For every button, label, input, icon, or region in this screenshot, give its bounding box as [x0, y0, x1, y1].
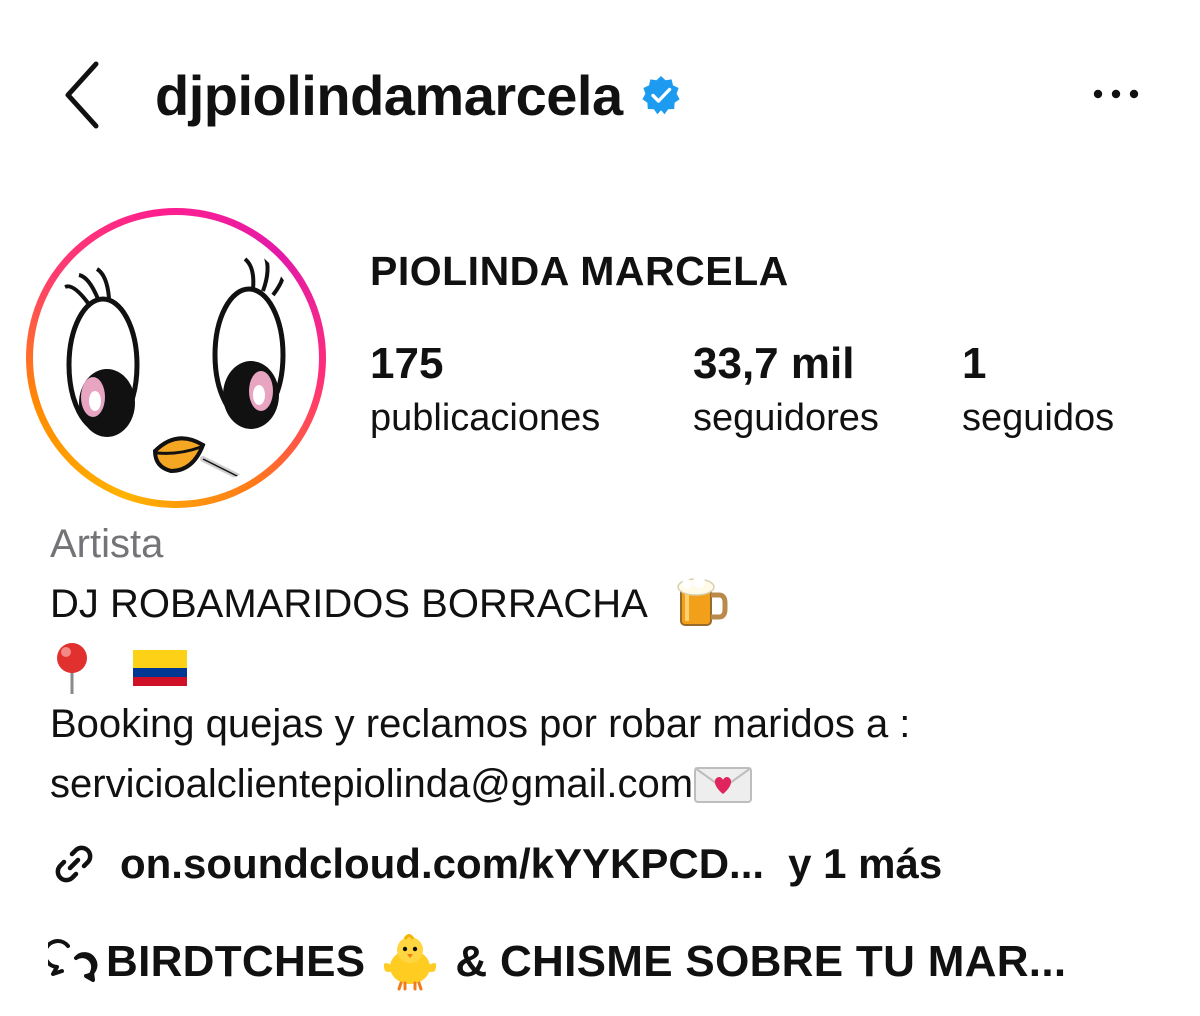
display-name: PIOLINDA MARCELA: [370, 248, 789, 294]
username-title: djpiolindamarcela: [155, 62, 681, 128]
threads-text-after: & CHISME SOBRE TU MAR...: [455, 937, 1067, 986]
bio-email[interactable]: servicioalclientepiolinda@gmail.com: [50, 762, 693, 806]
link-icon: [55, 845, 93, 883]
following-label: seguidos: [962, 397, 1115, 439]
followers-label: seguidores: [693, 397, 879, 439]
profile-category: Artista: [50, 522, 164, 566]
love-letter-emoji: [694, 767, 753, 804]
followers-stat[interactable]: 33,7 mil seguidores: [693, 338, 879, 446]
following-stat[interactable]: 1 seguidos: [962, 338, 1114, 446]
threads-badge-row[interactable]: BIRDTCHES & CHISME SOBRE TU MAR...: [48, 932, 1066, 992]
cartoon-bird-face-avatar: [43, 225, 309, 491]
back-button[interactable]: [52, 58, 122, 133]
link-more[interactable]: y 1 más: [788, 840, 942, 888]
avatar-border: [33, 215, 319, 501]
posts-count: 175: [370, 339, 444, 388]
top-navigation-bar: djpiolindamarcela: [0, 40, 1200, 150]
verified-badge-icon: [642, 76, 680, 115]
avatar: [43, 225, 309, 491]
following-count: 1: [962, 339, 987, 388]
chevron-left-icon: [65, 61, 99, 129]
followers-count: 33,7 mil: [693, 339, 855, 388]
threads-badge-icon: [48, 939, 98, 982]
baby-chick-emoji: [384, 934, 437, 991]
external-link-row[interactable]: on.soundcloud.com/kYYKPCD... y 1 más: [50, 836, 942, 892]
bio-line-4: servicioalclientepiolinda@gmail.com: [50, 762, 753, 807]
username-text: djpiolindamarcela: [155, 63, 623, 127]
instagram-profile-page: djpiolindamarcela PIOLINDA MARCELA 175 p…: [0, 0, 1200, 1016]
beer-mug-emoji: [677, 577, 728, 627]
bio-line-3: Booking quejas y reclamos por robar mari…: [50, 702, 911, 746]
link-url[interactable]: on.soundcloud.com/kYYKPCD...: [120, 840, 764, 888]
colombia-flag-emoji: [133, 650, 188, 686]
posts-label: publicaciones: [370, 397, 601, 439]
round-pushpin-emoji: [57, 643, 87, 694]
bio-line-2: [50, 640, 189, 696]
bio-line-1: DJ ROBAMARIDOS BORRACHA: [50, 577, 729, 629]
posts-stat: 175 publicaciones: [370, 338, 600, 446]
bio-line-1-text: DJ ROBAMARIDOS BORRACHA: [50, 582, 646, 626]
story-ring[interactable]: [26, 208, 326, 508]
more-options-button[interactable]: [1086, 74, 1146, 114]
threads-text-before: BIRDTCHES: [106, 937, 366, 986]
more-horizontal-icon: [1093, 89, 1139, 99]
